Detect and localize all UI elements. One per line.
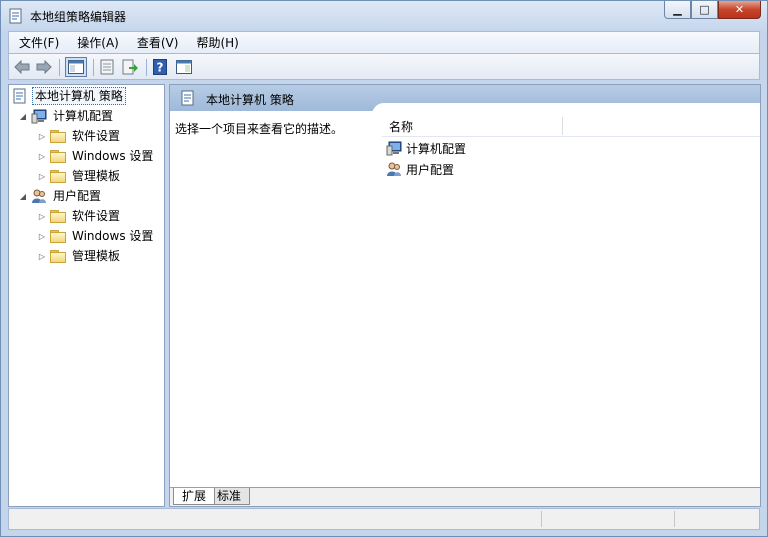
show-hide-console-tree-icon	[68, 60, 84, 74]
tree-item-label: 用户配置	[53, 189, 102, 203]
minimize-icon: ▁	[673, 3, 682, 16]
details-pane: 本地计算机 策略 选择一个项目来查看它的描述。 名称 计算机配置 用户配置	[169, 84, 761, 488]
column-resize-handle[interactable]	[562, 117, 563, 135]
users-icon	[387, 162, 401, 176]
toolbar-separator	[59, 59, 60, 76]
description-text: 选择一个项目来查看它的描述。	[175, 122, 344, 136]
tree-item-computer-windows[interactable]: ▷ Windows 设置	[37, 147, 155, 165]
toolbar-separator	[146, 59, 147, 76]
back-button[interactable]	[13, 58, 31, 76]
folder-icon	[50, 250, 66, 263]
properties-icon	[100, 59, 114, 75]
computer-icon	[386, 141, 402, 156]
export-list-button[interactable]	[121, 58, 139, 76]
column-header-name[interactable]: 名称	[389, 118, 413, 135]
tree-item-computer-admin[interactable]: ▷ 管理模板	[37, 167, 122, 185]
users-icon	[32, 189, 46, 203]
expand-arrow-icon[interactable]: ▷	[37, 232, 47, 241]
policy-document-icon	[181, 90, 194, 106]
console-tree: 本地计算机 策略 ◢ 计算机配置 ▷ 软件设置 ▷ Windows 设置 ▷ 管…	[8, 84, 165, 507]
caption-buttons: ▁ □ ✕	[664, 1, 761, 20]
list-item-label: 计算机配置	[406, 141, 467, 156]
tree-item-label: Windows 设置	[72, 229, 154, 243]
menu-file[interactable]: 文件(F)	[9, 34, 67, 51]
tree-item-user-config[interactable]: ◢ 用户配置	[18, 187, 103, 205]
window-title: 本地组策略编辑器	[30, 10, 127, 24]
help-icon: ?	[153, 59, 167, 75]
folder-icon	[50, 150, 66, 163]
minimize-button[interactable]: ▁	[664, 1, 691, 19]
help-button[interactable]: ?	[151, 58, 169, 76]
status-bar	[8, 508, 760, 530]
svg-text:?: ?	[157, 61, 164, 75]
tree-item-label: Windows 设置	[72, 149, 154, 163]
expand-arrow-icon[interactable]: ▷	[37, 252, 47, 261]
details-header-title: 本地计算机 策略	[206, 93, 294, 107]
show-action-pane-icon	[176, 60, 192, 74]
maximize-button[interactable]: □	[691, 1, 718, 19]
toolbar-separator	[93, 59, 94, 76]
folder-icon	[50, 170, 66, 183]
expand-arrow-icon[interactable]: ▷	[37, 152, 47, 161]
status-separator	[674, 511, 675, 527]
show-hide-console-tree-button[interactable]	[65, 57, 87, 77]
computer-icon	[31, 109, 47, 124]
list-item-computer-config[interactable]: 计算机配置	[386, 139, 466, 157]
tab-extended[interactable]: 扩展	[173, 488, 216, 505]
forward-button[interactable]	[35, 58, 53, 76]
title-bar[interactable]: 本地组策略编辑器 ▁ □ ✕	[1, 1, 767, 31]
policy-document-icon	[13, 88, 26, 104]
collapse-arrow-icon[interactable]: ◢	[18, 192, 28, 201]
app-window: 本地组策略编辑器 ▁ □ ✕ 文件(F) 操作(A) 查看(V) 帮助(H) ?…	[0, 0, 768, 537]
menu-help[interactable]: 帮助(H)	[186, 34, 246, 51]
tree-item-label: 管理模板	[72, 249, 121, 263]
list-item-label: 用户配置	[406, 162, 455, 177]
close-icon: ✕	[734, 3, 745, 16]
tree-item-label: 软件设置	[72, 209, 121, 223]
maximize-icon: □	[699, 3, 710, 16]
expand-arrow-icon[interactable]: ▷	[37, 172, 47, 181]
tree-item-label: 本地计算机 策略	[32, 87, 126, 105]
expand-arrow-icon[interactable]: ▷	[37, 212, 47, 221]
tree-item-user-windows[interactable]: ▷ Windows 设置	[37, 227, 155, 245]
tree-item-label: 计算机配置	[53, 109, 114, 123]
column-header-row: 名称	[382, 115, 760, 137]
expand-arrow-icon[interactable]: ▷	[37, 132, 47, 141]
menu-bar: 文件(F) 操作(A) 查看(V) 帮助(H)	[8, 31, 760, 53]
tree-item-computer-software[interactable]: ▷ 软件设置	[37, 127, 122, 145]
forward-arrow-icon	[36, 60, 52, 74]
list-item-user-config[interactable]: 用户配置	[386, 160, 454, 178]
properties-button[interactable]	[98, 58, 116, 76]
toolbar: ?	[8, 53, 760, 80]
menu-action[interactable]: 操作(A)	[67, 34, 127, 51]
menu-view[interactable]: 查看(V)	[127, 34, 187, 51]
folder-icon	[50, 130, 66, 143]
tree-item-user-software[interactable]: ▷ 软件设置	[37, 207, 122, 225]
tree-item-root[interactable]: 本地计算机 策略	[12, 87, 126, 105]
tree-item-computer-config[interactable]: ◢ 计算机配置	[18, 107, 115, 125]
folder-icon	[50, 210, 66, 223]
tree-item-user-admin[interactable]: ▷ 管理模板	[37, 247, 122, 265]
status-separator	[541, 511, 542, 527]
policy-document-icon	[9, 8, 22, 24]
export-list-icon	[122, 59, 138, 75]
folder-icon	[50, 230, 66, 243]
show-action-pane-button[interactable]	[175, 58, 193, 76]
back-arrow-icon	[14, 60, 30, 74]
view-tabs: 扩展 标准	[169, 488, 761, 507]
close-button[interactable]: ✕	[718, 1, 761, 19]
collapse-arrow-icon[interactable]: ◢	[18, 112, 28, 121]
tree-item-label: 软件设置	[72, 129, 121, 143]
tree-item-label: 管理模板	[72, 169, 121, 183]
